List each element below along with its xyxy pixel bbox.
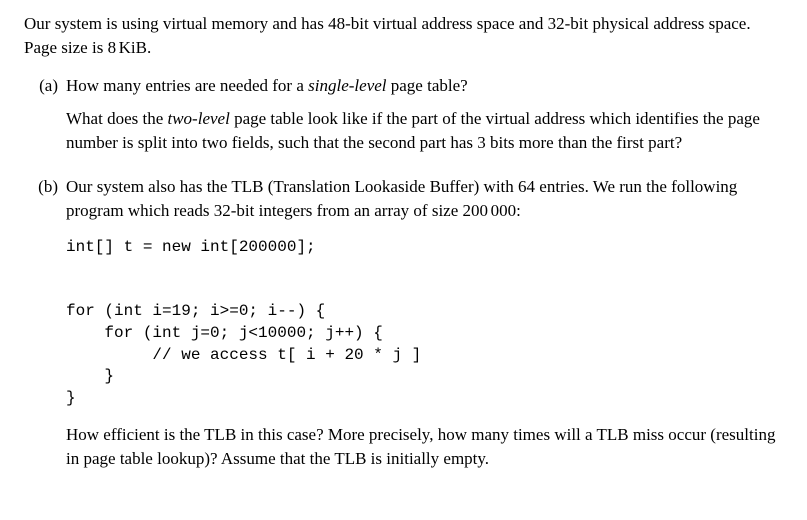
- intro-paragraph: Our system is using virtual memory and h…: [24, 12, 783, 60]
- intro-sentence1: Our system is using virtual memory and h…: [24, 14, 751, 33]
- part-a-q1-after: page table?: [387, 76, 468, 95]
- part-b-p1-after: 000:: [491, 201, 521, 220]
- part-a-q1-em: single-level: [308, 76, 386, 95]
- part-b: (b) Our system also has the TLB (Transla…: [24, 175, 783, 481]
- part-b-paragraph2: How efficient is the TLB in this case? M…: [66, 423, 783, 471]
- part-b-paragraph1: Our system also has the TLB (Translation…: [66, 175, 783, 223]
- intro-sentence2-suffix: KiB.: [119, 38, 152, 57]
- part-b-label: (b): [24, 175, 66, 481]
- part-a-label: (a): [24, 74, 66, 165]
- code-block: int[] t = new int[200000]; for (int i=19…: [66, 237, 783, 410]
- part-a-question2: What does the two-level page table look …: [66, 107, 783, 155]
- part-a-body: How many entries are needed for a single…: [66, 74, 783, 165]
- intro-sentence2-prefix: Page size is 8: [24, 38, 116, 57]
- part-a-question1: How many entries are needed for a single…: [66, 74, 783, 98]
- part-a: (a) How many entries are needed for a si…: [24, 74, 783, 165]
- part-b-body: Our system also has the TLB (Translation…: [66, 175, 783, 481]
- part-a-q2-before: What does the: [66, 109, 168, 128]
- part-a-q1-before: How many entries are needed for a: [66, 76, 308, 95]
- part-a-q2-em: two-level: [168, 109, 230, 128]
- part-b-p1-before: Our system also has the TLB (Translation…: [66, 177, 737, 220]
